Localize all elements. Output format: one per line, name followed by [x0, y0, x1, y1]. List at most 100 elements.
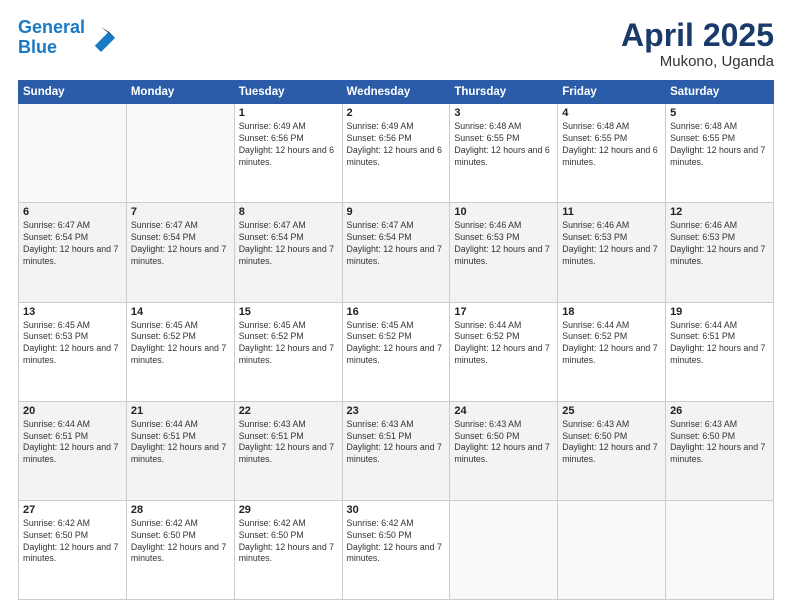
day-info: Sunrise: 6:44 AM Sunset: 6:51 PM Dayligh… [670, 320, 769, 368]
day-info: Sunrise: 6:45 AM Sunset: 6:52 PM Dayligh… [131, 320, 230, 368]
calendar-cell: 28 Sunrise: 6:42 AM Sunset: 6:50 PM Dayli… [126, 500, 234, 599]
calendar-cell: 16 Sunrise: 6:45 AM Sunset: 6:52 PM Dayli… [342, 302, 450, 401]
day-number: 26 [670, 405, 769, 417]
calendar-cell: 6 Sunrise: 6:47 AM Sunset: 6:54 PM Daylig… [19, 203, 127, 302]
calendar-cell: 29 Sunrise: 6:42 AM Sunset: 6:50 PM Dayli… [234, 500, 342, 599]
day-info: Sunrise: 6:44 AM Sunset: 6:51 PM Dayligh… [23, 419, 122, 467]
calendar-week-row: 20 Sunrise: 6:44 AM Sunset: 6:51 PM Dayli… [19, 401, 774, 500]
day-number: 1 [239, 107, 338, 119]
logo-text: General Blue [18, 18, 85, 58]
day-number: 10 [454, 206, 553, 218]
weekday-header-friday: Friday [558, 81, 666, 104]
calendar-cell: 24 Sunrise: 6:43 AM Sunset: 6:50 PM Dayli… [450, 401, 558, 500]
day-number: 24 [454, 405, 553, 417]
day-number: 9 [347, 206, 446, 218]
day-number: 2 [347, 107, 446, 119]
day-number: 11 [562, 206, 661, 218]
day-number: 27 [23, 504, 122, 516]
weekday-header-sunday: Sunday [19, 81, 127, 104]
calendar-cell: 17 Sunrise: 6:44 AM Sunset: 6:52 PM Dayli… [450, 302, 558, 401]
day-info: Sunrise: 6:48 AM Sunset: 6:55 PM Dayligh… [562, 121, 661, 169]
calendar-cell [126, 104, 234, 203]
calendar-cell: 12Sunrise: 6:46 AM Sunset: 6:53 PM Dayli… [666, 203, 774, 302]
day-info: Sunrise: 6:42 AM Sunset: 6:50 PM Dayligh… [347, 518, 446, 566]
day-number: 7 [131, 206, 230, 218]
calendar-cell: 22 Sunrise: 6:43 AM Sunset: 6:51 PM Dayli… [234, 401, 342, 500]
calendar-cell: 14 Sunrise: 6:45 AM Sunset: 6:52 PM Dayli… [126, 302, 234, 401]
day-info: Sunrise: 6:47 AM Sunset: 6:54 PM Dayligh… [131, 220, 230, 268]
calendar-cell: 13Sunrise: 6:45 AM Sunset: 6:53 PM Dayli… [19, 302, 127, 401]
calendar-cell: 10Sunrise: 6:46 AM Sunset: 6:53 PM Dayli… [450, 203, 558, 302]
page: General Blue April 2025 Mukono, Uganda S… [0, 0, 792, 612]
day-number: 19 [670, 306, 769, 318]
calendar-cell [19, 104, 127, 203]
day-info: Sunrise: 6:43 AM Sunset: 6:51 PM Dayligh… [239, 419, 338, 467]
header: General Blue April 2025 Mukono, Uganda [18, 18, 774, 70]
calendar-cell [666, 500, 774, 599]
day-number: 3 [454, 107, 553, 119]
day-info: Sunrise: 6:43 AM Sunset: 6:51 PM Dayligh… [347, 419, 446, 467]
day-number: 17 [454, 306, 553, 318]
day-number: 16 [347, 306, 446, 318]
calendar-cell: 2 Sunrise: 6:49 AM Sunset: 6:56 PM Daylig… [342, 104, 450, 203]
day-number: 29 [239, 504, 338, 516]
calendar-week-row: 1 Sunrise: 6:49 AM Sunset: 6:56 PM Daylig… [19, 104, 774, 203]
day-info: Sunrise: 6:45 AM Sunset: 6:53 PM Dayligh… [23, 320, 122, 368]
day-number: 5 [670, 107, 769, 119]
weekday-header-thursday: Thursday [450, 81, 558, 104]
day-number: 22 [239, 405, 338, 417]
calendar-cell [558, 500, 666, 599]
calendar-header-row: SundayMondayTuesdayWednesdayThursdayFrid… [19, 81, 774, 104]
day-info: Sunrise: 6:42 AM Sunset: 6:50 PM Dayligh… [131, 518, 230, 566]
day-info: Sunrise: 6:42 AM Sunset: 6:50 PM Dayligh… [23, 518, 122, 566]
day-number: 14 [131, 306, 230, 318]
logo-icon [87, 24, 115, 52]
calendar-cell: 11 Sunrise: 6:46 AM Sunset: 6:53 PM Dayli… [558, 203, 666, 302]
calendar-cell: 21 Sunrise: 6:44 AM Sunset: 6:51 PM Dayli… [126, 401, 234, 500]
day-info: Sunrise: 6:47 AM Sunset: 6:54 PM Dayligh… [23, 220, 122, 268]
day-info: Sunrise: 6:44 AM Sunset: 6:51 PM Dayligh… [131, 419, 230, 467]
calendar-week-row: 27 Sunrise: 6:42 AM Sunset: 6:50 PM Dayli… [19, 500, 774, 599]
weekday-header-wednesday: Wednesday [342, 81, 450, 104]
day-info: Sunrise: 6:46 AM Sunset: 6:53 PM Dayligh… [562, 220, 661, 268]
calendar-cell [450, 500, 558, 599]
calendar-cell: 25Sunrise: 6:43 AM Sunset: 6:50 PM Dayli… [558, 401, 666, 500]
day-number: 6 [23, 206, 122, 218]
subtitle: Mukono, Uganda [621, 53, 774, 70]
calendar-cell: 7 Sunrise: 6:47 AM Sunset: 6:54 PM Daylig… [126, 203, 234, 302]
day-info: Sunrise: 6:49 AM Sunset: 6:56 PM Dayligh… [239, 121, 338, 169]
weekday-header-tuesday: Tuesday [234, 81, 342, 104]
calendar-cell: 19 Sunrise: 6:44 AM Sunset: 6:51 PM Dayli… [666, 302, 774, 401]
day-number: 20 [23, 405, 122, 417]
day-number: 21 [131, 405, 230, 417]
day-number: 28 [131, 504, 230, 516]
day-number: 18 [562, 306, 661, 318]
calendar-week-row: 6 Sunrise: 6:47 AM Sunset: 6:54 PM Daylig… [19, 203, 774, 302]
calendar-cell: 30 Sunrise: 6:42 AM Sunset: 6:50 PM Dayli… [342, 500, 450, 599]
calendar-cell: 23Sunrise: 6:43 AM Sunset: 6:51 PM Dayli… [342, 401, 450, 500]
weekday-header-monday: Monday [126, 81, 234, 104]
calendar-cell: 5Sunrise: 6:48 AM Sunset: 6:55 PM Daylig… [666, 104, 774, 203]
day-info: Sunrise: 6:45 AM Sunset: 6:52 PM Dayligh… [347, 320, 446, 368]
day-info: Sunrise: 6:42 AM Sunset: 6:50 PM Dayligh… [239, 518, 338, 566]
calendar-week-row: 13Sunrise: 6:45 AM Sunset: 6:53 PM Dayli… [19, 302, 774, 401]
day-info: Sunrise: 6:44 AM Sunset: 6:52 PM Dayligh… [454, 320, 553, 368]
day-info: Sunrise: 6:45 AM Sunset: 6:52 PM Dayligh… [239, 320, 338, 368]
day-info: Sunrise: 6:44 AM Sunset: 6:52 PM Dayligh… [562, 320, 661, 368]
calendar-cell: 20 Sunrise: 6:44 AM Sunset: 6:51 PM Dayli… [19, 401, 127, 500]
title-block: April 2025 Mukono, Uganda [621, 18, 774, 70]
calendar-cell: 27 Sunrise: 6:42 AM Sunset: 6:50 PM Dayli… [19, 500, 127, 599]
main-title: April 2025 [621, 18, 774, 53]
day-number: 4 [562, 107, 661, 119]
day-info: Sunrise: 6:43 AM Sunset: 6:50 PM Dayligh… [562, 419, 661, 467]
calendar-cell: 26Sunrise: 6:43 AM Sunset: 6:50 PM Dayli… [666, 401, 774, 500]
weekday-header-saturday: Saturday [666, 81, 774, 104]
calendar-table: SundayMondayTuesdayWednesdayThursdayFrid… [18, 80, 774, 600]
day-info: Sunrise: 6:49 AM Sunset: 6:56 PM Dayligh… [347, 121, 446, 169]
day-number: 30 [347, 504, 446, 516]
calendar-cell: 4 Sunrise: 6:48 AM Sunset: 6:55 PM Daylig… [558, 104, 666, 203]
day-info: Sunrise: 6:46 AM Sunset: 6:53 PM Dayligh… [670, 220, 769, 268]
calendar-cell: 15Sunrise: 6:45 AM Sunset: 6:52 PM Dayli… [234, 302, 342, 401]
calendar-cell: 18 Sunrise: 6:44 AM Sunset: 6:52 PM Dayli… [558, 302, 666, 401]
day-info: Sunrise: 6:43 AM Sunset: 6:50 PM Dayligh… [454, 419, 553, 467]
